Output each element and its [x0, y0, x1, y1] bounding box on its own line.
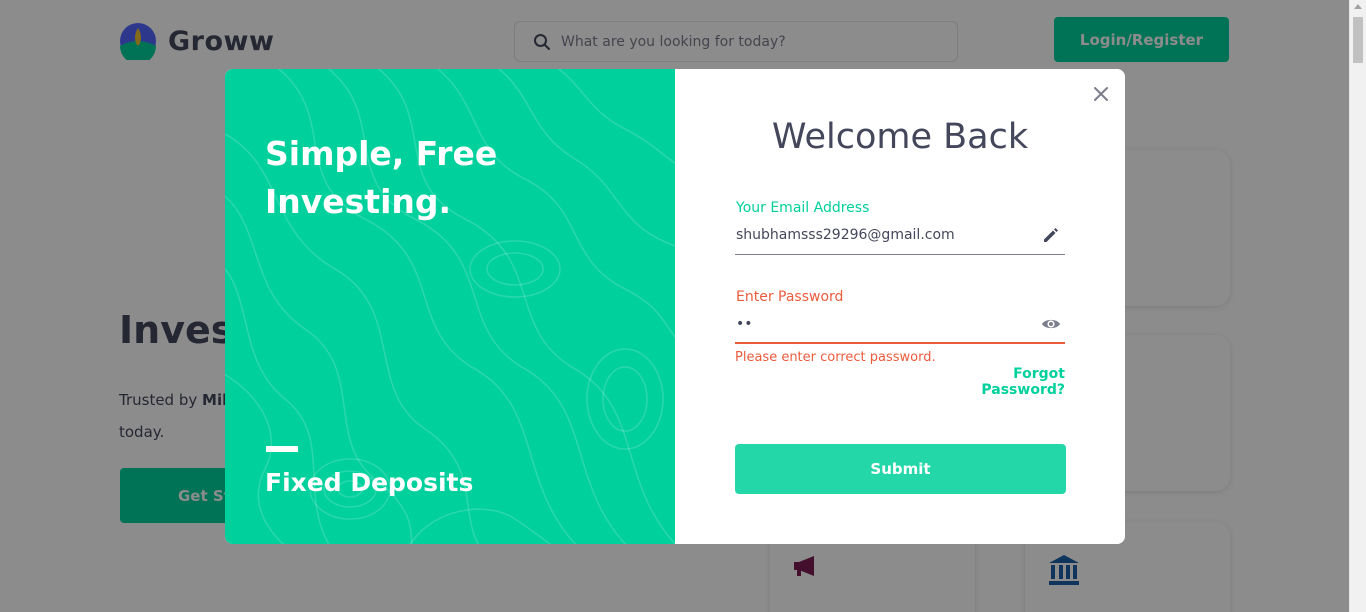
- login-form-panel: Welcome Back Your Email Address Enter Pa…: [675, 69, 1125, 544]
- password-field[interactable]: Enter Password ••: [735, 289, 1065, 344]
- pencil-icon[interactable]: [1041, 225, 1061, 245]
- page-scrollbar[interactable]: [1349, 0, 1366, 612]
- scroll-up-arrow-icon[interactable]: [1354, 4, 1362, 9]
- submit-button[interactable]: Submit: [735, 444, 1066, 494]
- close-icon: [1094, 87, 1108, 101]
- scroll-thumb[interactable]: [1353, 17, 1363, 63]
- password-error-message: Please enter correct password.: [735, 350, 936, 365]
- modal-promo-panel: Simple, Free Investing. Fixed Deposits: [225, 69, 675, 544]
- password-label: Enter Password: [736, 289, 844, 305]
- eye-icon[interactable]: [1041, 314, 1061, 334]
- modal-title: Welcome Back: [771, 117, 1029, 157]
- email-label: Your Email Address: [736, 200, 870, 216]
- email-input[interactable]: [736, 227, 1026, 243]
- promo-headline: Simple, Free Investing.: [265, 130, 497, 226]
- email-field[interactable]: Your Email Address: [735, 200, 1065, 255]
- promo-divider: [266, 446, 298, 452]
- promo-headline-line2: Investing.: [265, 182, 452, 221]
- promo-caption: Fixed Deposits: [265, 468, 474, 497]
- promo-headline-line1: Simple, Free: [265, 134, 498, 173]
- password-input[interactable]: ••: [736, 316, 1026, 332]
- forgot-password-link[interactable]: Forgot Password?: [935, 366, 1065, 398]
- login-modal: Simple, Free Investing. Fixed Deposits W…: [225, 69, 1125, 544]
- close-button[interactable]: [1089, 82, 1113, 106]
